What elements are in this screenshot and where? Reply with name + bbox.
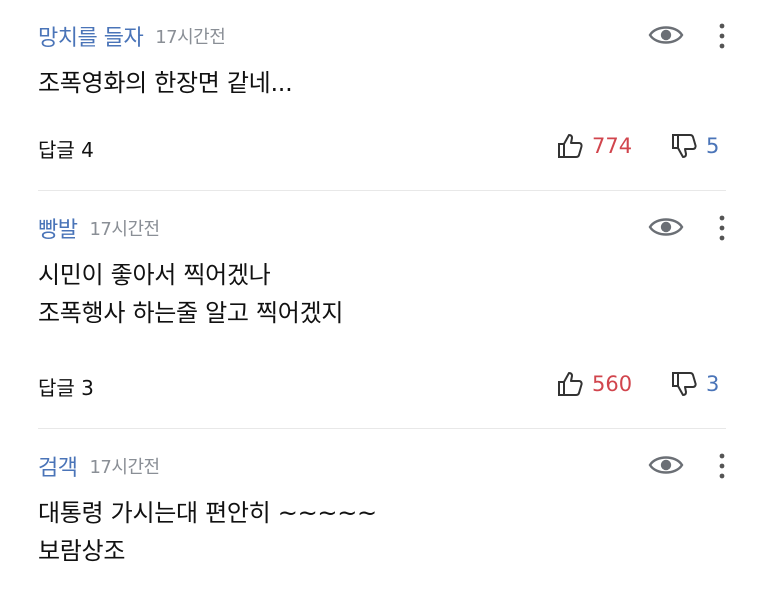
comment-timestamp: 17시간전: [89, 457, 160, 478]
comment-header: 빵발 17시간전: [38, 212, 160, 244]
thumbs-up-icon: [558, 134, 583, 158]
comment-footer: 답글 4 774 5: [38, 128, 738, 164]
more-vertical-icon[interactable]: [712, 214, 732, 242]
dislike-count: 5: [706, 134, 720, 158]
reply-button[interactable]: 답글 3: [38, 372, 94, 401]
thumbs-down-icon: [672, 134, 697, 158]
eye-icon[interactable]: [648, 22, 684, 48]
comment-body: 시민이 좋아서 찍어겠나 조폭행사 하는줄 알고 찍어겠지: [38, 256, 343, 332]
comment-body: 조폭영화의 한장면 같네...: [38, 64, 293, 102]
reply-button[interactable]: 답글 4: [38, 134, 94, 163]
dislike-button[interactable]: 3: [670, 366, 719, 402]
comment-text-line: 대통령 가시는대 편안히 ~~~~~: [38, 499, 377, 527]
dislike-button[interactable]: 5: [670, 128, 719, 164]
comment-timestamp: 17시간전: [155, 27, 226, 48]
eye-icon[interactable]: [648, 452, 684, 478]
like-button[interactable]: 560: [556, 366, 632, 402]
more-vertical-icon[interactable]: [712, 452, 732, 480]
eye-icon[interactable]: [648, 214, 684, 240]
comment-item: 빵발 17시간전 시민이 좋아서 찍어겠나 조폭행사 하는줄 알고 찍어겠지 답…: [0, 192, 760, 428]
comment-author[interactable]: 빵발: [38, 212, 78, 244]
comment-divider: [38, 190, 726, 191]
comment-item: 망치를 들자 17시간전 조폭영화의 한장면 같네... 답글 4 774 5: [0, 0, 760, 190]
comment-timestamp: 17시간전: [89, 219, 160, 240]
comment-text-line: 조폭영화의 한장면 같네...: [38, 69, 293, 97]
comment-divider: [38, 428, 726, 429]
comment-item: 검객 17시간전 대통령 가시는대 편안히 ~~~~~ 보람상조: [0, 430, 760, 600]
more-vertical-icon[interactable]: [712, 22, 732, 50]
like-count: 774: [592, 134, 633, 158]
comment-header: 검객 17시간전: [38, 450, 160, 482]
comment-footer: 답글 3 560 3: [38, 366, 738, 402]
comment-text-line: 보람상조: [38, 537, 126, 565]
thumbs-up-icon: [558, 372, 583, 396]
dislike-count: 3: [706, 372, 720, 396]
comment-body: 대통령 가시는대 편안히 ~~~~~ 보람상조: [38, 494, 377, 570]
comment-header: 망치를 들자 17시간전: [38, 20, 226, 52]
comment-author[interactable]: 망치를 들자: [38, 20, 144, 52]
like-button[interactable]: 774: [556, 128, 632, 164]
comment-author[interactable]: 검객: [38, 450, 78, 482]
like-count: 560: [592, 372, 633, 396]
comment-text-line: 조폭행사 하는줄 알고 찍어겠지: [38, 299, 344, 327]
thumbs-down-icon: [672, 372, 697, 396]
comment-text-line: 시민이 좋아서 찍어겠나: [38, 261, 271, 289]
